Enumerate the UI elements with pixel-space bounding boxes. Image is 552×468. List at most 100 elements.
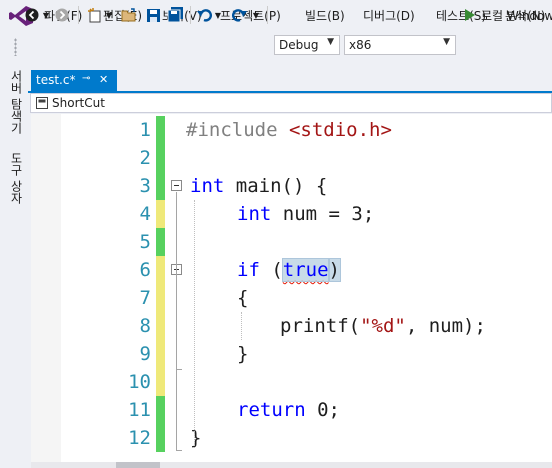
line-number: 8 <box>139 315 151 337</box>
keyword: if <box>237 259 260 281</box>
change-marker <box>156 368 165 396</box>
close-icon[interactable]: ✕ <box>99 73 108 86</box>
code-token: ) <box>327 258 342 282</box>
keyword: int <box>190 175 225 197</box>
code-text: return 0; <box>237 396 340 424</box>
code-line: 5 <box>31 228 552 256</box>
indent-guide <box>194 200 195 448</box>
outline-line <box>176 276 177 370</box>
code-text: int num = 3; <box>237 200 374 228</box>
code-token: , num); <box>405 315 486 337</box>
code-token: num = 3; <box>271 203 375 225</box>
outline-line <box>176 370 177 451</box>
code-line: 4 int num = 3; <box>31 200 552 228</box>
menu-build[interactable]: 빌드(B) <box>305 0 345 32</box>
undo-icon[interactable] <box>196 6 214 24</box>
line-number: 4 <box>139 203 151 225</box>
document-tab-well: test.c* ⊸ ✕ <box>28 70 552 93</box>
include-path: <stdio.h> <box>288 119 392 141</box>
keyword: int <box>237 203 272 225</box>
code-line: 8 printf("%d", num); <box>31 312 552 340</box>
line-number: 2 <box>139 147 151 169</box>
start-debugging-icon[interactable] <box>462 6 476 24</box>
save-all-icon[interactable] <box>166 6 184 24</box>
line-number: 10 <box>128 371 151 393</box>
change-marker <box>156 228 165 256</box>
menu-debug[interactable]: 디버그(D) <box>363 0 415 32</box>
solution-configuration-dropdown[interactable]: Debug ▼ <box>274 35 340 55</box>
platform-value: x86 <box>349 38 372 52</box>
toolbox-tab[interactable]: 도구 상자 <box>8 152 25 204</box>
side-tool-window-strip: 서버 탐색기 도구 상자 <box>0 62 28 468</box>
code-line: 12 } <box>31 424 552 452</box>
outline-line <box>176 192 177 277</box>
change-marker <box>156 172 165 200</box>
open-file-icon[interactable] <box>120 6 138 24</box>
code-token: ( <box>259 259 283 281</box>
collapse-icon[interactable] <box>171 180 182 191</box>
change-marker <box>156 312 165 340</box>
code-line: 11 return 0; <box>31 396 552 424</box>
new-project-icon[interactable] <box>86 6 104 24</box>
code-text: int main() { <box>190 172 327 200</box>
line-number: 6 <box>139 259 151 281</box>
scrollbar-thumb[interactable] <box>116 462 160 468</box>
navigation-bar[interactable]: ShortCut <box>30 93 552 113</box>
undo-dropdown-icon[interactable]: ▼ <box>214 6 222 24</box>
function-call: printf( <box>280 315 361 337</box>
highlighted-keyword[interactable]: true <box>281 258 330 282</box>
horizontal-scrollbar[interactable] <box>31 462 552 468</box>
save-icon[interactable] <box>144 6 162 24</box>
tab-title: test.c* <box>36 73 76 87</box>
solution-platform-dropdown[interactable]: x86 ▼ <box>344 35 456 55</box>
code-text: #include <stdio.h> <box>186 116 392 144</box>
project-scope-label: ShortCut <box>52 96 105 110</box>
line-number: 7 <box>139 287 151 309</box>
keyword: return <box>237 399 306 421</box>
back-dropdown-icon[interactable]: ▼ <box>42 6 50 24</box>
change-marker <box>156 340 165 368</box>
line-number: 9 <box>139 343 151 365</box>
new-dropdown-icon[interactable]: ▼ <box>105 6 113 24</box>
line-number: 11 <box>128 399 151 421</box>
configuration-value: Debug <box>279 38 319 52</box>
start-debugging-button[interactable]: 로컬 Windows 디버거 <box>481 6 552 24</box>
toolbar-separator <box>190 6 191 24</box>
navigate-forward-icon[interactable] <box>54 6 70 24</box>
code-text: } <box>237 343 249 365</box>
redo-icon[interactable] <box>230 6 248 24</box>
line-number: 5 <box>139 231 151 253</box>
code-token: 0; <box>305 399 340 421</box>
change-marker <box>156 144 165 172</box>
toolbar-grip-icon[interactable] <box>14 38 17 56</box>
server-explorer-tab[interactable]: 서버 탐색기 <box>8 70 25 134</box>
code-line: 7 { <box>31 284 552 312</box>
toolbar-separator <box>267 6 268 24</box>
code-text: } <box>190 427 202 449</box>
code-token: main() { <box>224 175 328 197</box>
outline-end <box>176 450 182 451</box>
change-marker <box>156 396 165 424</box>
tab-test-c[interactable]: test.c* ⊸ ✕ <box>31 70 117 91</box>
change-marker <box>156 424 165 452</box>
chevron-down-icon: ▼ <box>327 37 334 47</box>
navigate-back-icon[interactable] <box>24 6 40 24</box>
code-line: 6 if (true) <box>31 256 552 284</box>
preprocessor-directive: #include <box>186 119 289 141</box>
pin-icon[interactable]: ⊸ <box>82 73 90 84</box>
code-line: 2 <box>31 144 552 172</box>
toolbar-separator <box>78 6 79 24</box>
redo-dropdown-icon[interactable]: ▼ <box>252 6 260 24</box>
code-editor[interactable]: 1 #include <stdio.h> 2 3 int main() { 4 … <box>31 114 552 462</box>
change-marker <box>156 284 165 312</box>
code-line: 9 } <box>31 340 552 368</box>
project-icon <box>36 97 48 109</box>
change-marker <box>156 256 165 284</box>
code-line: 3 int main() { <box>31 172 552 200</box>
line-number: 12 <box>128 427 151 449</box>
string-literal: "%d" <box>360 315 406 337</box>
change-marker <box>156 116 165 144</box>
code-text: { <box>237 287 249 309</box>
code-line: 10 <box>31 368 552 396</box>
line-number: 1 <box>139 119 151 141</box>
